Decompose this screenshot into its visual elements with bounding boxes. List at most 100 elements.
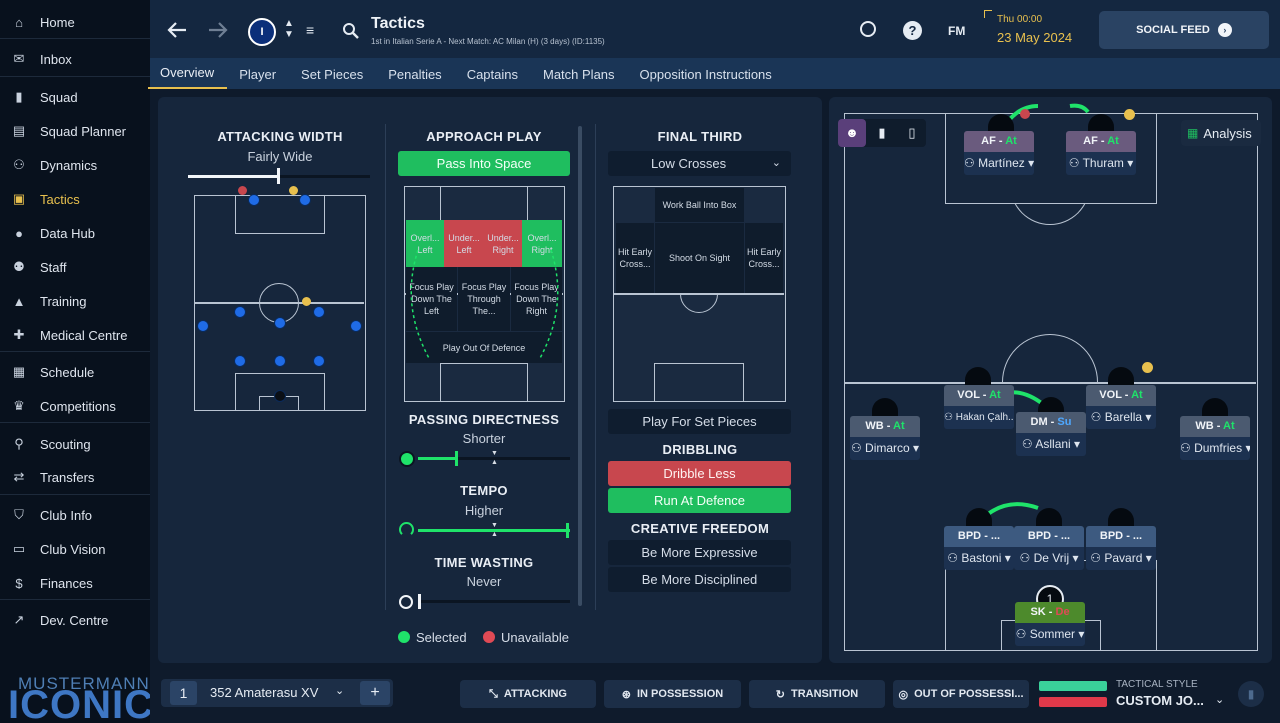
social-feed-button[interactable]: SOCIAL FEED ›	[1099, 11, 1269, 49]
approach-play-button[interactable]: Pass Into Space	[398, 151, 570, 176]
stats-icon[interactable]: ▮	[1238, 681, 1264, 707]
sidebar-item-transfers[interactable]: ⇄ Transfers	[0, 460, 150, 494]
menu-icon[interactable]: ≡	[306, 22, 314, 38]
player-card-dumfries[interactable]: WB - At ⚇ Dumfries ▾	[1180, 416, 1250, 460]
role-badge: DM - Su	[1016, 412, 1086, 433]
positive-style-bar	[1039, 681, 1107, 691]
sidebar-item-club-info[interactable]: ⛉ Club Info	[0, 498, 150, 532]
scrollbar[interactable]	[578, 126, 582, 606]
sidebar-item-data-hub[interactable]: ● Data Hub	[0, 216, 150, 250]
tab-penalties[interactable]: Penalties	[376, 58, 454, 89]
warning-icon	[289, 186, 298, 195]
slider-tick-marker: ▲	[491, 531, 498, 538]
zone-hit-early-cross-left[interactable]: Hit Early Cross...	[616, 223, 654, 293]
sidebar-item-home[interactable]: ⌂ Home	[0, 5, 150, 39]
attacking-width-slider[interactable]	[188, 168, 370, 184]
play-for-set-pieces-button[interactable]: Play For Set Pieces	[608, 409, 791, 434]
final-third-dropdown[interactable]: Low Crosses ⌄	[608, 151, 791, 176]
out-of-possession-button[interactable]: ◎ OUT OF POSSESSI...	[893, 680, 1029, 708]
dribble-less-button[interactable]: Dribble Less	[608, 461, 791, 486]
player-name: ⚇ Asllani ▾	[1016, 433, 1086, 456]
chevron-down-icon[interactable]: ⌄	[1215, 693, 1224, 706]
role-badge: VOL - At	[944, 385, 1014, 406]
bar-chart-icon[interactable]: ▮	[868, 119, 896, 147]
attacking-button[interactable]: ⤡ ATTACKING	[460, 680, 596, 708]
be-more-expressive-button[interactable]: Be More Expressive	[608, 540, 791, 565]
forward-arrow-icon[interactable]	[207, 21, 229, 39]
add-tactic-icon[interactable]: +	[360, 681, 390, 705]
divider	[0, 38, 150, 39]
sidebar-item-medical-centre[interactable]: ✚ Medical Centre	[0, 318, 150, 352]
sidebar-item-label: Club Vision	[40, 541, 106, 557]
search-icon[interactable]	[342, 22, 360, 40]
ball-icon	[399, 451, 415, 467]
sidebar-item-dev-centre[interactable]: ↗ Dev. Centre	[0, 603, 150, 637]
sidebar-item-label: Staff	[40, 259, 67, 275]
sidebar-item-competitions[interactable]: ♛ Competitions	[0, 389, 150, 423]
player-view-icon[interactable]: ☻	[838, 119, 866, 147]
tab-overview[interactable]: Overview	[148, 58, 228, 89]
player-card-martinez[interactable]: AF - At ⚇ Martínez ▾	[964, 131, 1034, 175]
player-card-sommer[interactable]: SK - De ⚇ Sommer ▾	[1015, 602, 1085, 646]
sidebar-item-club-vision[interactable]: ▭ Club Vision	[0, 532, 150, 566]
sidebar-item-label: Competitions	[40, 398, 116, 414]
sidebar-item-scouting[interactable]: ⚲ Scouting	[0, 427, 150, 461]
player-card-asllani[interactable]: DM - Su ⚇ Asllani ▾	[1016, 412, 1086, 456]
goalkeeper-dot	[274, 390, 286, 402]
player-card-pavard[interactable]: BPD - ... ⚇ Pavard ▾	[1086, 526, 1156, 570]
player-card-dimarco[interactable]: WB - At ⚇ Dimarco ▾	[850, 416, 920, 460]
header: I ▲ ▼ ≡ Tactics 1st in Italian Serie A - …	[150, 0, 1280, 58]
analysis-button[interactable]: ▦ Analysis	[1181, 120, 1261, 146]
tab-opposition-instructions[interactable]: Opposition Instructions	[628, 58, 785, 89]
sidebar-item-staff[interactable]: ⚉ Staff	[0, 250, 150, 284]
football-icon[interactable]	[860, 21, 876, 37]
transition-button[interactable]: ↻ TRANSITION	[749, 680, 885, 708]
tab-captains[interactable]: Captains	[455, 58, 531, 89]
sidebar-item-finances[interactable]: $ Finances	[0, 566, 150, 600]
time-wasting-slider[interactable]	[418, 594, 570, 609]
sidebar-item-inbox[interactable]: ✉ Inbox	[0, 42, 150, 76]
attacking-icon: ⤡	[489, 687, 498, 700]
tab-match-plans[interactable]: Match Plans	[531, 58, 628, 89]
tab-set-pieces[interactable]: Set Pieces	[289, 58, 376, 89]
fm-logo[interactable]: FM	[948, 24, 965, 38]
club-switch-icon[interactable]: ▲ ▼	[284, 18, 294, 40]
chevron-down-icon[interactable]: ⌄	[335, 684, 344, 697]
help-icon[interactable]: ?	[903, 21, 922, 40]
app: ⌂ Home ✉ Inbox ▮ Squad ▤ Squad Planner ⚇ Dyna…	[0, 0, 1280, 723]
player-card-bastoni[interactable]: BPD - ... ⚇ Bastoni ▾	[944, 526, 1014, 570]
be-more-disciplined-button[interactable]: Be More Disciplined	[608, 567, 791, 592]
zone-shoot-on-sight[interactable]: Shoot On Sight	[655, 223, 744, 293]
sidebar-item-schedule[interactable]: ▦ Schedule	[0, 355, 150, 389]
tactic-slot-number[interactable]: 1	[170, 681, 197, 705]
run-at-defence-button[interactable]: Run At Defence	[608, 488, 791, 513]
instructions-icon[interactable]: ▯	[898, 119, 926, 147]
sidebar-item-training[interactable]: ▲ Training	[0, 284, 150, 318]
attacking-width-value: Fairly Wide	[247, 149, 313, 164]
in-possession-label: IN POSSESSION	[637, 688, 724, 700]
sidebar-item-squad-planner[interactable]: ▤ Squad Planner	[0, 114, 150, 148]
tactical-style-value[interactable]: CUSTOM JO...	[1116, 693, 1204, 708]
player-card-de-vrij[interactable]: BPD - ... ⚇ De Vrij ▾	[1014, 526, 1084, 570]
player-card-barella[interactable]: VOL - At ⚇ Barella ▾	[1086, 385, 1156, 429]
tactic-name[interactable]: 352 Amaterasu XV	[210, 685, 318, 700]
chevron-right-icon: ›	[1217, 23, 1232, 37]
club-crest-icon[interactable]: I	[248, 18, 276, 46]
tab-player[interactable]: Player	[227, 58, 289, 89]
back-arrow-icon[interactable]	[166, 21, 188, 39]
player-card-thuram[interactable]: AF - At ⚇ Thuram ▾	[1066, 131, 1136, 175]
creative-freedom-title: CREATIVE FREEDOM	[630, 521, 770, 536]
zone-hit-early-cross-right[interactable]: Hit Early Cross...	[745, 223, 783, 293]
sidebar: ⌂ Home ✉ Inbox ▮ Squad ▤ Squad Planner ⚇ Dyna…	[0, 0, 153, 723]
in-possession-button[interactable]: ⊛ IN POSSESSION	[604, 680, 741, 708]
divider	[0, 351, 150, 352]
sidebar-item-squad[interactable]: ▮ Squad	[0, 80, 150, 114]
clipboard-icon: ▤	[12, 123, 26, 138]
role-badge: AF - At	[1066, 131, 1136, 152]
divider	[595, 124, 596, 610]
zone-work-ball-into-box[interactable]: Work Ball Into Box	[655, 188, 744, 222]
sidebar-item-tactics[interactable]: ▣ Tactics	[0, 182, 150, 216]
sidebar-item-dynamics[interactable]: ⚇ Dynamics	[0, 148, 150, 182]
player-card-hakan-calhanoglu[interactable]: VOL - At⚇ Hakan Çalh... ▾	[944, 385, 1014, 429]
medical-icon: ✚	[13, 327, 25, 342]
